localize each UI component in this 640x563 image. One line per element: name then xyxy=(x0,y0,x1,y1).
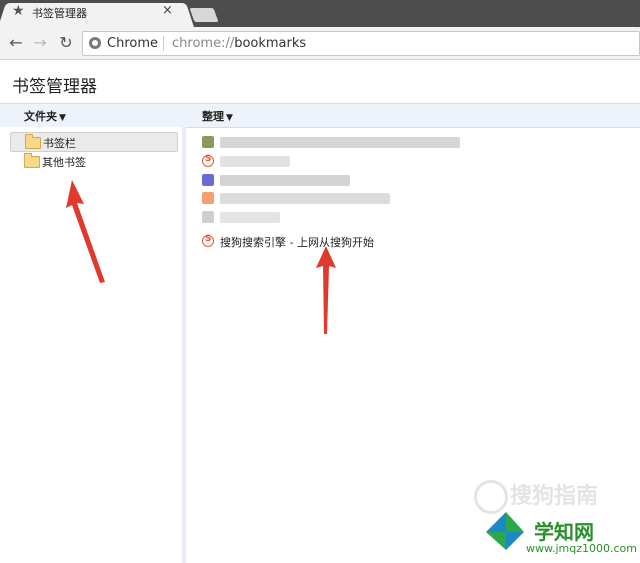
bookmark-title: 搜狗搜索引擎 - 上网从搜狗开始 xyxy=(220,236,374,249)
blurred-title xyxy=(220,212,280,223)
caret-down-icon: ▼ xyxy=(226,113,233,123)
toolbar: ← → ↻ Chrome chrome://bookmarks xyxy=(0,27,640,60)
site-name-watermark: 学知网 xyxy=(534,520,594,544)
folder-bookmarks-bar[interactable]: 书签栏 xyxy=(10,132,178,152)
blurred-favicon-icon xyxy=(202,211,214,223)
folders-label: 文件夹 xyxy=(24,110,57,123)
address-bar[interactable]: Chrome chrome://bookmarks xyxy=(82,31,640,56)
image-favicon-icon xyxy=(202,174,214,186)
tab-strip: ★ 书签管理器 × xyxy=(0,0,640,27)
folder-icon xyxy=(25,134,41,149)
close-icon[interactable]: × xyxy=(162,3,173,18)
star-icon: ★ xyxy=(12,3,25,19)
caret-down-icon: ▼ xyxy=(59,113,66,123)
page-title: 书签管理器 xyxy=(12,77,97,97)
chrome-icon xyxy=(89,37,101,49)
folder-icon xyxy=(24,153,40,168)
site-label: Chrome xyxy=(107,36,158,51)
tab-title: 书签管理器 xyxy=(32,7,87,20)
list-item[interactable] xyxy=(202,134,462,150)
folder-label: 书签栏 xyxy=(43,137,76,150)
url-path: bookmarks xyxy=(234,36,307,51)
blurred-title xyxy=(220,137,460,148)
site-logo-icon xyxy=(486,512,524,550)
annotation-arrow-left xyxy=(66,180,105,283)
blurred-favicon-icon xyxy=(202,192,214,204)
blurred-title xyxy=(220,193,390,204)
list-item[interactable] xyxy=(202,153,462,169)
annotation-arrow-right xyxy=(316,246,336,334)
site-url-watermark: www.jmqz1000.com xyxy=(526,542,637,555)
blurred-title xyxy=(220,156,290,167)
organize-menu[interactable]: 整理 ▼ xyxy=(202,108,233,124)
folders-menu[interactable]: 文件夹 ▼ xyxy=(24,108,66,124)
url-scheme: chrome:// xyxy=(172,36,235,51)
new-tab-button[interactable] xyxy=(189,8,219,22)
column-header-bar: 文件夹 ▼ 整理 ▼ xyxy=(0,103,640,128)
url-text: chrome://bookmarks xyxy=(172,36,306,51)
blurred-title xyxy=(220,175,350,186)
folder-label: 其他书签 xyxy=(42,156,86,169)
list-item[interactable] xyxy=(202,190,462,206)
list-item[interactable] xyxy=(202,209,462,225)
back-button[interactable]: ← xyxy=(6,33,26,52)
address-separator xyxy=(163,36,164,51)
reload-button[interactable]: ↻ xyxy=(56,33,76,52)
folder-other-bookmarks[interactable]: 其他书签 xyxy=(10,152,176,170)
forward-button[interactable]: → xyxy=(30,33,50,52)
list-item[interactable] xyxy=(202,172,462,188)
organize-label: 整理 xyxy=(202,110,224,123)
sogou-icon xyxy=(202,154,214,167)
sogou-icon xyxy=(202,234,214,247)
blurred-favicon-icon xyxy=(202,136,214,148)
sogou-guide-watermark: 搜狗指南 xyxy=(510,484,599,509)
